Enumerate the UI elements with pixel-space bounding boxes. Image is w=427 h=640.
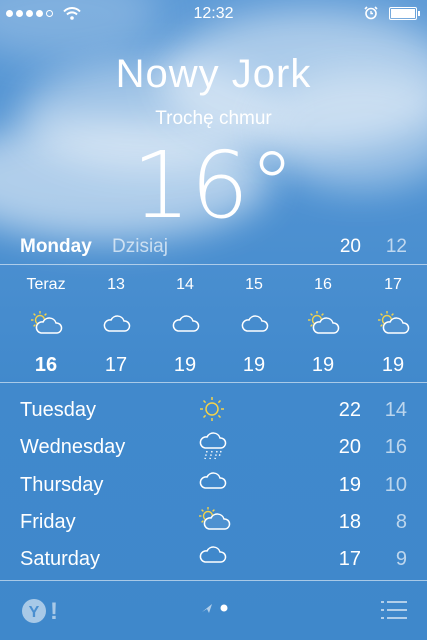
- hourly-time: 14: [176, 276, 194, 293]
- today-day: Monday: [20, 236, 92, 257]
- hourly-time: 17: [384, 276, 402, 293]
- daily-row: Tuesday 22 14: [0, 391, 427, 428]
- hourly-temp: 19: [173, 354, 197, 376]
- current-temperature: 16°: [131, 132, 296, 239]
- hourly-item: 14 19: [153, 272, 217, 377]
- daily-low: 10: [384, 474, 407, 496]
- today-low: 12: [385, 236, 407, 257]
- today-label: Dzisiaj: [112, 236, 168, 257]
- yahoo-logo-icon[interactable]: Y !: [20, 596, 60, 626]
- status-time: 12:32: [193, 5, 234, 22]
- hourly-item: Teraz 16: [14, 272, 78, 377]
- hourly-temp: 19: [311, 354, 335, 376]
- partly-cloudy-icon: [291, 298, 355, 348]
- divider: [0, 382, 427, 383]
- daily-high: 22: [338, 399, 361, 421]
- daily-row: Friday 18 8: [0, 503, 427, 540]
- daily-day: Thursday: [20, 474, 104, 496]
- hourly-temp: 19: [381, 354, 405, 376]
- sun-icon: [197, 394, 229, 424]
- daily-day: Wednesday: [20, 436, 126, 458]
- weather-screen: 12:32 Nowy Jork Trochę chmur 16° Monday …: [0, 0, 427, 640]
- hourly-time: 16: [314, 276, 332, 293]
- partly-cloudy-icon: [14, 298, 78, 348]
- hourly-time: Teraz: [26, 276, 66, 293]
- divider: [0, 580, 427, 581]
- hourly-time: 13: [107, 276, 125, 293]
- daily-high: 20: [338, 436, 361, 458]
- daily-day: Saturday: [20, 548, 101, 570]
- hourly-temp: 17: [104, 354, 128, 376]
- daily-day: Tuesday: [20, 399, 96, 421]
- svg-text:Y: Y: [29, 604, 40, 621]
- partly-cloudy-icon: [361, 298, 425, 348]
- alarm-icon: [364, 6, 378, 20]
- location-arrow-icon: [202, 604, 212, 613]
- daily-high: 19: [338, 474, 361, 496]
- battery-icon: [389, 7, 420, 20]
- cloud-icon: [153, 298, 217, 348]
- daily-low: 8: [395, 511, 407, 533]
- cloud-icon: [84, 298, 148, 348]
- cloud-icon: [197, 543, 229, 573]
- partly-cloudy-icon: [197, 506, 231, 536]
- page-dot-icon: [220, 604, 228, 612]
- today-row: Monday Dzisiaj 20 12: [0, 230, 427, 264]
- divider: [0, 264, 427, 265]
- today-high: 20: [339, 236, 361, 257]
- hourly-item: 13 17: [84, 272, 148, 377]
- svg-text:!: !: [50, 598, 58, 625]
- hourly-time: 15: [245, 276, 263, 293]
- hourly-item: 15 19: [222, 272, 286, 377]
- daily-low: 16: [384, 436, 407, 458]
- daily-low: 14: [384, 399, 407, 421]
- daily-row: Thursday 19 10: [0, 466, 427, 503]
- cloud-icon: [197, 469, 229, 499]
- cloud-icon: [222, 298, 286, 348]
- page-indicator[interactable]: [200, 600, 240, 616]
- daily-day: Friday: [20, 511, 76, 533]
- daily-high: 17: [338, 548, 361, 570]
- current-condition: Trochę chmur: [155, 108, 272, 129]
- daily-high: 18: [338, 511, 361, 533]
- status-bar: 12:32: [0, 0, 427, 28]
- daily-low: 9: [395, 548, 407, 570]
- daily-row: Wednesday 20 16: [0, 428, 427, 465]
- daily-row: Saturday 17 9: [0, 540, 427, 577]
- hourly-item: 17 19: [361, 272, 425, 377]
- rain-cloud-icon: [197, 431, 229, 461]
- hourly-temp: 19: [242, 354, 266, 376]
- list-menu-icon[interactable]: [381, 600, 407, 620]
- city-name: Nowy Jork: [115, 52, 312, 96]
- hourly-temp: 16: [34, 354, 58, 376]
- hourly-item: 16 19: [291, 272, 355, 377]
